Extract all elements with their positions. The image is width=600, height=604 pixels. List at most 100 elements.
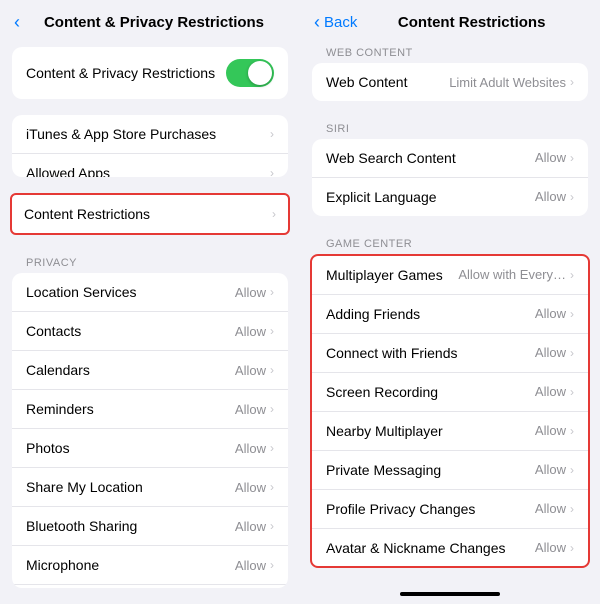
web-content-value: Limit Adult Websites	[449, 75, 566, 90]
content-restrictions-chevron-icon: ›	[272, 207, 276, 221]
nearby-multiplayer-value: Allow	[535, 423, 566, 438]
left-nav-header: ‹ Content & Privacy Restrictions	[0, 0, 300, 41]
siri-section: Web Search Content Allow › Explicit Lang…	[312, 139, 588, 216]
reminders-item[interactable]: Reminders Allow ›	[12, 390, 288, 429]
web-content-right: Limit Adult Websites ›	[449, 75, 574, 90]
profile-privacy-changes-item[interactable]: Profile Privacy Changes Allow ›	[312, 490, 588, 529]
nearby-multiplayer-item[interactable]: Nearby Multiplayer Allow ›	[312, 412, 588, 451]
explicit-language-label: Explicit Language	[326, 189, 437, 205]
share-my-location-chevron-icon: ›	[270, 480, 274, 494]
right-back-button[interactable]: ‹ Back	[314, 12, 357, 33]
contacts-value: Allow	[235, 324, 266, 339]
multiplayer-games-label: Multiplayer Games	[326, 267, 443, 283]
web-content-item[interactable]: Web Content Limit Adult Websites ›	[312, 63, 588, 101]
avatar-nickname-changes-right: Allow ›	[535, 540, 574, 555]
top-menu-section: iTunes & App Store Purchases › Allowed A…	[12, 115, 288, 177]
connect-with-friends-chevron-icon: ›	[570, 346, 574, 360]
bluetooth-sharing-chevron-icon: ›	[270, 519, 274, 533]
multiplayer-games-item[interactable]: Multiplayer Games Allow with Every… ›	[312, 256, 588, 295]
connect-with-friends-value: Allow	[535, 345, 566, 360]
toggle-label: Content & Privacy Restrictions	[26, 65, 215, 81]
explicit-language-chevron-icon: ›	[570, 190, 574, 204]
content-privacy-toggle[interactable]	[226, 59, 274, 87]
siri-section-label: SIRI	[312, 117, 588, 139]
allowed-apps-item[interactable]: Allowed Apps ›	[12, 154, 288, 177]
profile-privacy-changes-label: Profile Privacy Changes	[326, 501, 475, 517]
left-back-chevron-icon: ‹	[14, 12, 20, 33]
reminders-chevron-icon: ›	[270, 402, 274, 416]
screen-recording-value: Allow	[535, 384, 566, 399]
location-services-value: Allow	[235, 285, 266, 300]
avatar-nickname-changes-value: Allow	[535, 540, 566, 555]
itunes-purchases-label: iTunes & App Store Purchases	[26, 126, 216, 142]
explicit-language-right: Allow ›	[535, 189, 574, 204]
itunes-purchases-item[interactable]: iTunes & App Store Purchases ›	[12, 115, 288, 154]
contacts-right: Allow ›	[235, 324, 274, 339]
content-restrictions-label: Content Restrictions	[24, 206, 150, 222]
multiplayer-games-right: Allow with Every… ›	[458, 267, 574, 282]
profile-privacy-changes-chevron-icon: ›	[570, 502, 574, 516]
allowed-apps-chevron-icon: ›	[270, 166, 274, 177]
photos-right: Allow ›	[235, 441, 274, 456]
calendars-right: Allow ›	[235, 363, 274, 378]
bluetooth-sharing-value: Allow	[235, 519, 266, 534]
web-content-chevron-icon: ›	[570, 75, 574, 89]
multiplayer-games-chevron-icon: ›	[570, 268, 574, 282]
contacts-label: Contacts	[26, 323, 81, 339]
microphone-item[interactable]: Microphone Allow ›	[12, 546, 288, 585]
explicit-language-item[interactable]: Explicit Language Allow ›	[312, 178, 588, 216]
right-nav-header: ‹ Back Content Restrictions	[300, 0, 600, 41]
allowed-apps-right: ›	[270, 166, 274, 177]
web-search-content-item[interactable]: Web Search Content Allow ›	[312, 139, 588, 178]
nearby-multiplayer-right: Allow ›	[535, 423, 574, 438]
location-services-right: Allow ›	[235, 285, 274, 300]
speech-recognition-item[interactable]: Speech Recognition Allow ›	[12, 585, 288, 588]
content-restrictions-item[interactable]: Content Restrictions ›	[12, 195, 288, 233]
calendars-label: Calendars	[26, 362, 90, 378]
multiplayer-games-value: Allow with Every…	[458, 267, 566, 282]
share-my-location-item[interactable]: Share My Location Allow ›	[12, 468, 288, 507]
content-restrictions-highlighted[interactable]: Content Restrictions ›	[10, 193, 290, 235]
privacy-section: Location Services Allow › Contacts Allow…	[12, 273, 288, 588]
adding-friends-label: Adding Friends	[326, 306, 420, 322]
calendars-item[interactable]: Calendars Allow ›	[12, 351, 288, 390]
connect-with-friends-label: Connect with Friends	[326, 345, 458, 361]
bluetooth-sharing-item[interactable]: Bluetooth Sharing Allow ›	[12, 507, 288, 546]
left-panel: ‹ Content & Privacy Restrictions Content…	[0, 0, 300, 604]
photos-item[interactable]: Photos Allow ›	[12, 429, 288, 468]
content-privacy-toggle-row[interactable]: Content & Privacy Restrictions	[26, 47, 274, 99]
bluetooth-sharing-label: Bluetooth Sharing	[26, 518, 137, 534]
adding-friends-item[interactable]: Adding Friends Allow ›	[312, 295, 588, 334]
private-messaging-item[interactable]: Private Messaging Allow ›	[312, 451, 588, 490]
photos-chevron-icon: ›	[270, 441, 274, 455]
nearby-multiplayer-chevron-icon: ›	[570, 424, 574, 438]
reminders-label: Reminders	[26, 401, 94, 417]
screen-recording-chevron-icon: ›	[570, 385, 574, 399]
microphone-right: Allow ›	[235, 558, 274, 573]
itunes-purchases-chevron-icon: ›	[270, 127, 274, 141]
right-panel: ‹ Back Content Restrictions WEB CONTENT …	[300, 0, 600, 604]
share-my-location-label: Share My Location	[26, 479, 143, 495]
adding-friends-chevron-icon: ›	[570, 307, 574, 321]
right-back-label[interactable]: Back	[324, 14, 357, 31]
avatar-nickname-changes-label: Avatar & Nickname Changes	[326, 540, 506, 556]
contacts-item[interactable]: Contacts Allow ›	[12, 312, 288, 351]
bluetooth-sharing-right: Allow ›	[235, 519, 274, 534]
profile-privacy-changes-value: Allow	[535, 501, 566, 516]
web-content-section-label: WEB CONTENT	[312, 41, 588, 63]
avatar-nickname-changes-item[interactable]: Avatar & Nickname Changes Allow ›	[312, 529, 588, 567]
calendars-chevron-icon: ›	[270, 363, 274, 377]
location-services-item[interactable]: Location Services Allow ›	[12, 273, 288, 312]
home-indicator-bar	[400, 592, 500, 596]
itunes-purchases-right: ›	[270, 127, 274, 141]
web-search-content-right: Allow ›	[535, 150, 574, 165]
location-services-label: Location Services	[26, 284, 137, 300]
left-back-button[interactable]: ‹	[14, 12, 22, 33]
share-my-location-right: Allow ›	[235, 480, 274, 495]
allowed-apps-label: Allowed Apps	[26, 165, 110, 177]
connect-with-friends-item[interactable]: Connect with Friends Allow ›	[312, 334, 588, 373]
screen-recording-item[interactable]: Screen Recording Allow ›	[312, 373, 588, 412]
adding-friends-right: Allow ›	[535, 306, 574, 321]
microphone-value: Allow	[235, 558, 266, 573]
nearby-multiplayer-label: Nearby Multiplayer	[326, 423, 443, 439]
